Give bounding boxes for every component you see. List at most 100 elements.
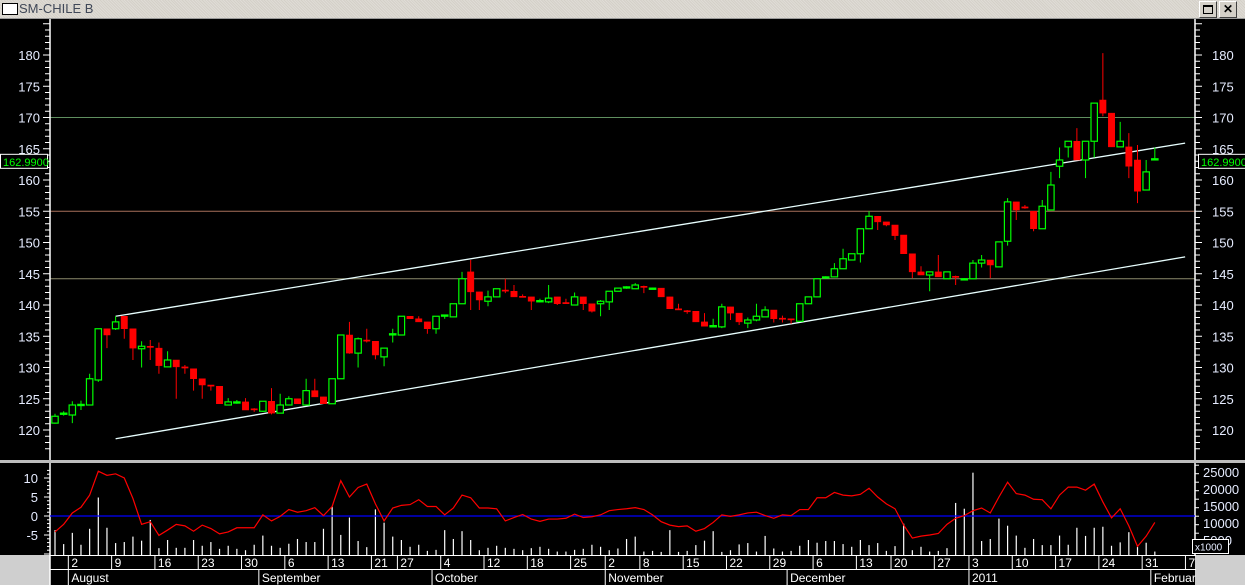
candle-body: [432, 315, 440, 330]
candle-body: [631, 284, 640, 290]
price-tick-label-left: 160: [18, 173, 40, 188]
day-label: 25: [574, 556, 588, 570]
month-label: 2011: [972, 571, 998, 585]
candle-body: [562, 302, 570, 304]
candle-body: [683, 310, 691, 313]
candle: [320, 396, 327, 404]
candle-body: [596, 300, 605, 305]
candle-body: [605, 290, 614, 303]
oscillator-tick-label: 10: [24, 471, 38, 486]
window-title: SM-CHILE B: [19, 1, 94, 16]
day-label: 30: [245, 556, 259, 570]
candle-body: [207, 384, 215, 387]
volume-tick-label: 20000: [1203, 482, 1239, 497]
candle: [614, 287, 622, 292]
candle-body: [1047, 184, 1055, 211]
candle-body: [77, 403, 85, 407]
candle-body: [250, 408, 258, 411]
candle-body: [233, 401, 241, 404]
candle-body: [865, 215, 873, 230]
candle: [328, 378, 336, 405]
candle-body: [320, 396, 327, 404]
stock-chart[interactable]: 120 120125 125130 130135 135140 140145 145150 1…: [0, 0, 1245, 585]
day-label: 18: [530, 556, 544, 570]
candle-body: [354, 338, 362, 354]
candle: [943, 271, 951, 280]
candle-body: [1151, 158, 1159, 161]
day-label: 17: [1059, 556, 1073, 570]
price-tick-label-left: 175: [18, 79, 40, 94]
price-tick-label-right: 125: [1212, 392, 1234, 407]
candle-body: [129, 328, 137, 349]
candle-body: [440, 314, 449, 317]
price-tick-label-right: 120: [1212, 423, 1234, 438]
day-label: 10: [1015, 556, 1029, 570]
candle-body: [1003, 201, 1012, 242]
candle-body: [216, 386, 223, 404]
candle: [804, 296, 813, 305]
candle-body: [1090, 102, 1099, 142]
volume-tick-label: 25000: [1203, 465, 1239, 480]
candle-body: [137, 345, 146, 350]
candle-body: [1099, 99, 1107, 114]
candle: [449, 303, 458, 318]
candle-body: [900, 234, 908, 254]
candle-body: [527, 296, 535, 302]
candle: [216, 386, 223, 404]
candle: [553, 296, 561, 305]
candle-body: [397, 315, 406, 336]
candle-body: [94, 328, 103, 381]
candle-body: [406, 316, 414, 319]
candle-body: [570, 296, 579, 306]
candle-body: [943, 271, 951, 280]
candle-body: [268, 401, 275, 414]
candle: [397, 315, 406, 336]
day-label: 3: [972, 556, 979, 570]
day-label: 8: [643, 556, 650, 570]
candle-body: [847, 253, 856, 261]
candle-body: [986, 259, 994, 266]
candle-body: [449, 303, 458, 318]
candle-body: [1116, 140, 1124, 148]
day-label: 9: [115, 556, 122, 570]
candle-body: [163, 359, 172, 368]
price-tick-label-right: 145: [1212, 267, 1234, 282]
candle-body: [371, 341, 379, 356]
restore-icon: [1203, 5, 1213, 14]
candle-body: [1064, 140, 1073, 148]
candle-body: [198, 378, 206, 386]
price-tick-label-right: 160: [1212, 173, 1234, 188]
candle-body: [839, 258, 847, 270]
price-tick-label-right: 170: [1212, 111, 1234, 126]
candle-body: [519, 296, 527, 298]
candle-body: [1142, 171, 1150, 191]
close-button[interactable]: ✕: [1219, 1, 1237, 18]
price-tick-label-left: 170: [18, 111, 40, 126]
panel-separator[interactable]: [0, 460, 1245, 463]
candle-body: [752, 315, 761, 321]
day-label: 4: [444, 556, 451, 570]
candle-body: [1055, 159, 1064, 167]
candle-body: [614, 287, 622, 292]
day-label: 2: [71, 556, 78, 570]
candle: [622, 286, 631, 289]
day-label: 6: [288, 556, 295, 570]
candle-body: [640, 286, 648, 288]
restore-button[interactable]: [1199, 1, 1217, 18]
candle-body: [423, 321, 431, 329]
oscillator-tick-label: 0: [31, 509, 38, 524]
price-tick-label-left: 145: [18, 267, 40, 282]
candle: [821, 276, 830, 279]
candle: [960, 278, 969, 281]
candle-body: [536, 300, 544, 303]
candle: [336, 334, 345, 380]
candle: [259, 400, 267, 412]
candle-body: [1030, 211, 1038, 229]
candle-body: [328, 378, 336, 405]
candle-body: [813, 278, 821, 298]
candle-body: [1125, 146, 1133, 167]
candle: [900, 234, 908, 254]
candle-body: [874, 216, 882, 223]
candle-body: [882, 221, 890, 226]
volume-tick-label: 10000: [1203, 516, 1239, 531]
